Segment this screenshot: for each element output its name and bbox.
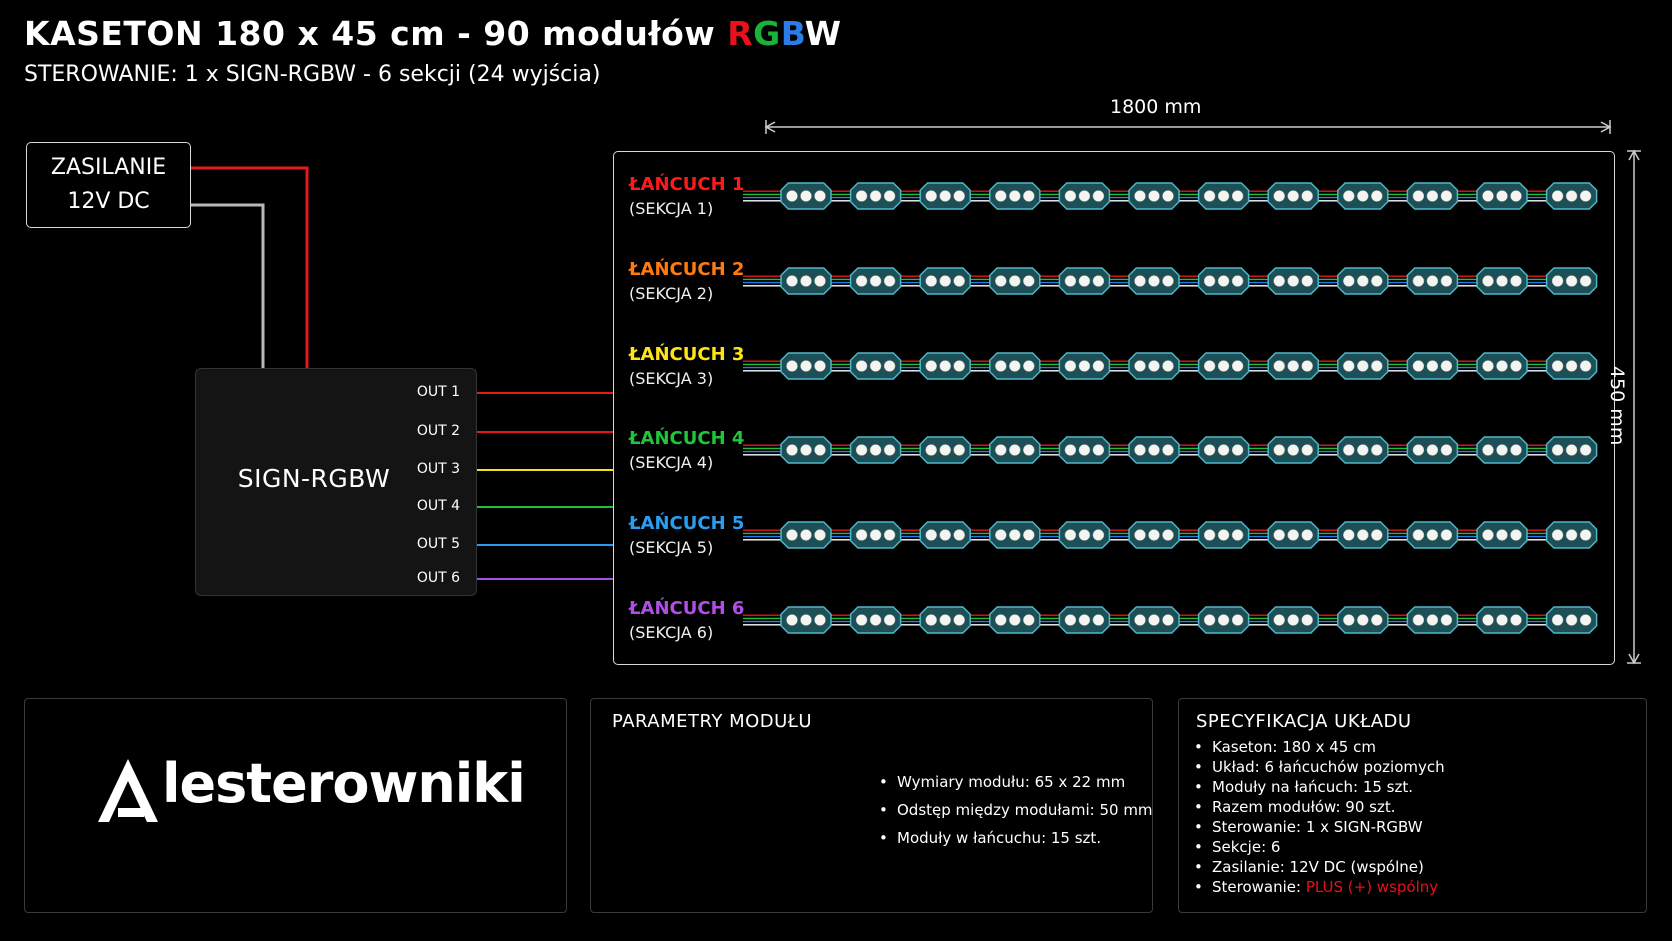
chain-section: (SEKCJA 1) — [629, 199, 714, 218]
psu-wire-red — [190, 166, 309, 368]
sign-panel — [613, 151, 1615, 665]
chain-section: (SEKCJA 2) — [629, 284, 714, 303]
spec-item: Zasilanie: 12V DC (wspólne) — [1194, 858, 1424, 876]
spec-item-control: Sterowanie: PLUS (+) wspólny — [1194, 878, 1439, 896]
output-label: OUT 6 — [416, 570, 460, 586]
chain-section: (SEKCJA 5) — [629, 538, 714, 557]
chain-name: ŁAŃCUCH 6 — [629, 598, 745, 619]
params-item: Wymiary modułu: 65 x 22 mm — [879, 773, 1125, 791]
chain-name: ŁAŃCUCH 4 — [629, 428, 745, 449]
output-label: OUT 3 — [416, 461, 460, 477]
spec-item-value: PLUS (+) wspólny — [1305, 878, 1439, 896]
params-item: Odstęp między modułami: 50 mm — [879, 801, 1153, 819]
logo-text: lesterowniki — [162, 752, 526, 815]
spec-item: Sekcje: 6 — [1194, 838, 1281, 856]
chain-section: (SEKCJA 3) — [629, 369, 714, 388]
output-label: OUT 1 — [416, 384, 460, 400]
output-label: OUT 5 — [416, 536, 460, 552]
psu-wire-gray — [190, 203, 265, 368]
params-item: Moduły w łańcuchu: 15 szt. — [879, 829, 1101, 847]
psu-label-line1: ZASILANIE — [50, 155, 167, 180]
dimension-width-label: 1800 mm — [1110, 96, 1202, 118]
dimension-horizontal — [764, 120, 1612, 134]
chain-section: (SEKCJA 6) — [629, 623, 714, 642]
chain-section: (SEKCJA 4) — [629, 453, 714, 472]
chain-name: ŁAŃCUCH 2 — [629, 259, 745, 280]
dimension-height-label: 450 mm — [1606, 366, 1628, 446]
spec-item: Razem modułów: 90 szt. — [1194, 798, 1395, 816]
controller-box: SIGN-RGBW — [195, 368, 477, 596]
psu-label-line2: 12V DC — [67, 189, 150, 214]
chain-name: ŁAŃCUCH 3 — [629, 344, 745, 365]
dimension-vertical — [1627, 149, 1641, 665]
spec-title: SPECYFIKACJA UKŁADU — [1196, 711, 1412, 732]
chain-name: ŁAŃCUCH 1 — [629, 174, 745, 195]
output-label: OUT 2 — [416, 423, 460, 439]
spec-item: Układ: 6 łańcuchów poziomych — [1194, 758, 1445, 776]
spec-item: Kaseton: 180 x 45 cm — [1194, 738, 1376, 756]
chain-name: ŁAŃCUCH 5 — [629, 513, 745, 534]
power-supply-box: ZASILANIE 12V DC — [26, 142, 191, 228]
spec-item: Sterowanie: 1 x SIGN-RGBW — [1194, 818, 1423, 836]
params-title: PARAMETRY MODUŁU — [612, 711, 813, 732]
spec-item: Moduły na łańcuch: 15 szt. — [1194, 778, 1413, 796]
output-label: OUT 4 — [416, 498, 460, 514]
spec-item-label: Sterowanie: — [1212, 878, 1306, 896]
controller-name: SIGN-RGBW — [237, 464, 391, 493]
